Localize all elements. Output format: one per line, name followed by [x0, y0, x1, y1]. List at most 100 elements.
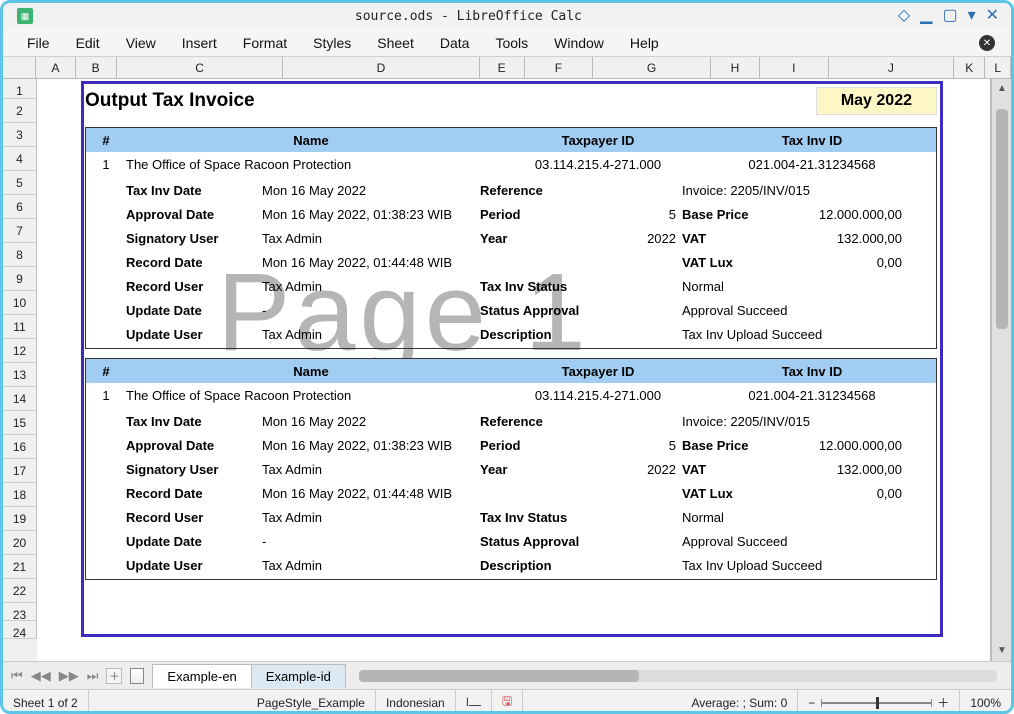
menu-styles[interactable]: Styles	[313, 35, 351, 51]
zoom-in-icon[interactable]: ＋	[937, 694, 949, 711]
detail-row: Tax Inv DateMon 16 May 2022ReferenceInvo…	[126, 178, 936, 202]
sheet-tab-example-id[interactable]: Example-id	[251, 664, 346, 688]
row-header-13[interactable]: 13	[3, 363, 37, 387]
row-header-21[interactable]: 21	[3, 555, 37, 579]
zoom-out-icon[interactable]: −	[808, 696, 815, 710]
menu-window[interactable]: Window	[554, 35, 604, 51]
detail-value1: Tax Admin	[262, 462, 480, 477]
document-close-icon[interactable]: ✕	[979, 35, 995, 51]
row-header-9[interactable]: 9	[3, 267, 37, 291]
hscroll-thumb[interactable]	[359, 670, 639, 682]
restore-icon[interactable]: ▾	[968, 8, 976, 24]
detail-label1: Tax Inv Date	[126, 183, 262, 198]
detail-row: Record DateMon 16 May 2022, 01:44:48 WIB…	[126, 250, 936, 274]
next-sheet-icon[interactable]: ▶▶	[59, 668, 79, 684]
column-header-K[interactable]: K	[954, 57, 985, 78]
detail-label2: Year	[480, 462, 604, 477]
row-header-2[interactable]: 2	[3, 99, 37, 123]
detail-value3: 12.000.000,00	[780, 438, 902, 453]
workspace: 123456789101112131415161718192021222324 …	[3, 79, 1011, 661]
zoom-handle[interactable]	[876, 697, 879, 709]
row-header-8[interactable]: 8	[3, 243, 37, 267]
detail-value3: Approval Succeed	[682, 534, 902, 549]
minimize-icon[interactable]: ▁	[920, 8, 932, 24]
row-header-5[interactable]: 5	[3, 171, 37, 195]
detail-label2: Tax Inv Status	[480, 279, 604, 294]
row-header-22[interactable]: 22	[3, 579, 37, 603]
column-header-E[interactable]: E	[480, 57, 525, 78]
row-header-12[interactable]: 12	[3, 339, 37, 363]
row-header-16[interactable]: 16	[3, 435, 37, 459]
sheet-tab-example-en[interactable]: Example-en	[152, 664, 251, 688]
detail-label1: Record Date	[126, 486, 262, 501]
row-header-4[interactable]: 4	[3, 147, 37, 171]
column-header-B[interactable]: B	[76, 57, 117, 78]
row-header-11[interactable]: 11	[3, 315, 37, 339]
column-header-H[interactable]: H	[711, 57, 760, 78]
menu-help[interactable]: Help	[630, 35, 659, 51]
status-pagestyle[interactable]: PageStyle_Example	[247, 690, 376, 714]
column-header-L[interactable]: L	[985, 57, 1011, 78]
detail-value3: Tax Inv Upload Succeed	[682, 327, 902, 342]
insert-mode-icon[interactable]: I⎼	[456, 690, 492, 714]
sheet-list-icon[interactable]	[130, 668, 144, 684]
window-title: source.ods - LibreOffice Calc	[39, 9, 898, 24]
save-status-icon[interactable]: 🖫	[492, 690, 523, 714]
menu-insert[interactable]: Insert	[182, 35, 217, 51]
first-sheet-icon[interactable]: ⏮	[11, 668, 23, 684]
row-header-14[interactable]: 14	[3, 387, 37, 411]
column-header-J[interactable]: J	[829, 57, 955, 78]
menu-tools[interactable]: Tools	[495, 35, 528, 51]
column-header-D[interactable]: D	[283, 57, 479, 78]
menu-view[interactable]: View	[126, 35, 156, 51]
status-language[interactable]: Indonesian	[376, 690, 456, 714]
row-header-3[interactable]: 3	[3, 123, 37, 147]
zoom-slider[interactable]: − ＋	[798, 690, 960, 714]
header-corner[interactable]	[3, 57, 36, 78]
row-header-18[interactable]: 18	[3, 483, 37, 507]
status-summary[interactable]: Average: ; Sum: 0	[681, 690, 798, 714]
status-sheet[interactable]: Sheet 1 of 2	[3, 690, 89, 714]
row-header-7[interactable]: 7	[3, 219, 37, 243]
close-icon[interactable]: ✕	[986, 8, 999, 24]
cell-taxinv: 021.004-21.31234568	[700, 388, 924, 403]
horizontal-scrollbar[interactable]	[359, 670, 997, 682]
column-header-G[interactable]: G	[593, 57, 711, 78]
row-header-23[interactable]: 23	[3, 603, 37, 621]
row-header-10[interactable]: 10	[3, 291, 37, 315]
detail-label1: Signatory User	[126, 462, 262, 477]
spreadsheet-cells[interactable]: Page 1 Output Tax Invoice May 2022 #Name…	[37, 79, 991, 661]
vertical-scrollbar[interactable]: ▲ ▼	[991, 79, 1011, 661]
column-header-F[interactable]: F	[525, 57, 594, 78]
row-header-20[interactable]: 20	[3, 531, 37, 555]
scroll-down-icon[interactable]: ▼	[996, 645, 1008, 657]
detail-value1: Tax Admin	[262, 558, 480, 573]
prev-sheet-icon[interactable]: ◀◀	[31, 668, 51, 684]
maximize-icon[interactable]: ▢	[942, 8, 957, 24]
window-menu-icon[interactable]: ◇	[898, 8, 910, 24]
scroll-up-icon[interactable]: ▲	[996, 83, 1008, 95]
detail-value1: Tax Admin	[262, 510, 480, 525]
row-header-15[interactable]: 15	[3, 411, 37, 435]
scrollbar-thumb[interactable]	[996, 109, 1008, 329]
detail-label1: Approval Date	[126, 438, 262, 453]
row-header-24[interactable]: 24	[3, 621, 37, 639]
menu-format[interactable]: Format	[243, 35, 287, 51]
menu-sheet[interactable]: Sheet	[377, 35, 414, 51]
menu-data[interactable]: Data	[440, 35, 470, 51]
last-sheet-icon[interactable]: ⏭	[87, 668, 99, 684]
menu-edit[interactable]: Edit	[76, 35, 100, 51]
column-header-A[interactable]: A	[36, 57, 75, 78]
detail-value1: -	[262, 534, 480, 549]
row-header-19[interactable]: 19	[3, 507, 37, 531]
add-sheet-icon[interactable]: ＋	[106, 668, 122, 684]
detail-label2: Period	[480, 438, 604, 453]
detail-label1: Signatory User	[126, 231, 262, 246]
column-header-C[interactable]: C	[117, 57, 284, 78]
column-header-I[interactable]: I	[760, 57, 829, 78]
row-header-17[interactable]: 17	[3, 459, 37, 483]
menu-file[interactable]: File	[27, 35, 50, 51]
row-header-1[interactable]: 1	[3, 79, 37, 99]
row-header-6[interactable]: 6	[3, 195, 37, 219]
status-zoom[interactable]: 100%	[960, 690, 1011, 714]
